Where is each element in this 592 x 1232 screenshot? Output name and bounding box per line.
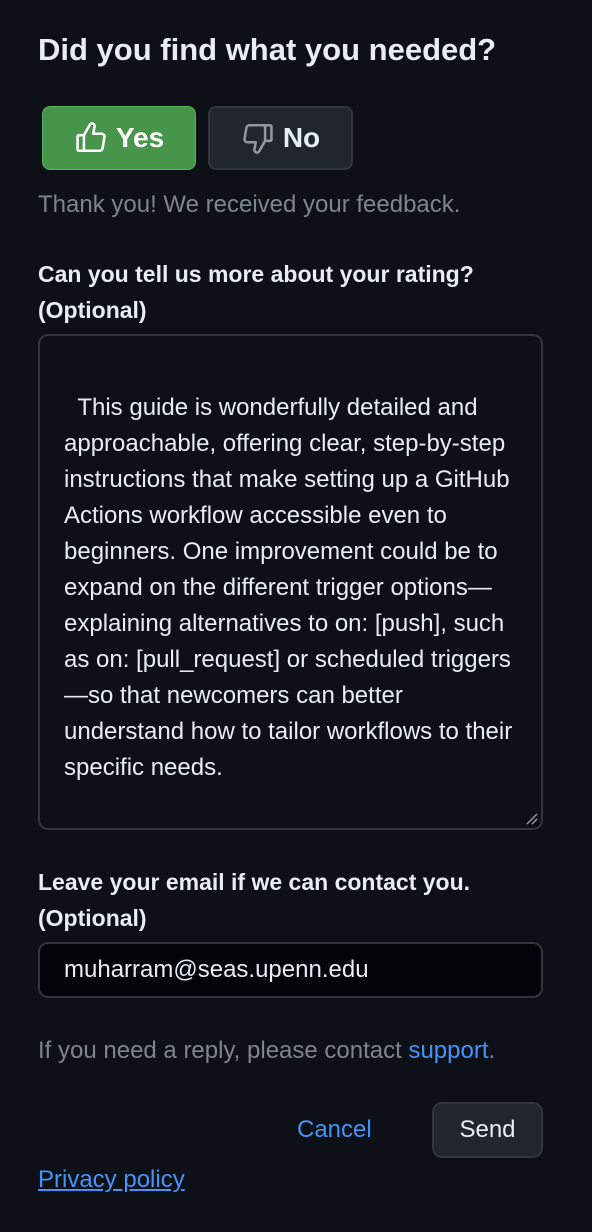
yes-button[interactable]: Yes: [42, 106, 196, 170]
email-label: Leave your email if we can contact you. …: [38, 864, 470, 936]
rating-label-line1: Can you tell us more about your rating?: [38, 261, 474, 287]
rating-textarea[interactable]: This guide is wonderfully detailed and a…: [38, 334, 543, 830]
reply-note: If you need a reply, please contact supp…: [38, 1036, 495, 1066]
cancel-button[interactable]: Cancel: [297, 1114, 372, 1146]
reply-note-text: If you need a reply, please contact: [38, 1037, 409, 1064]
rating-label-optional: (Optional): [38, 297, 147, 323]
confirmation-message: Thank you! We received your feedback.: [38, 191, 461, 218]
support-link[interactable]: support: [408, 1037, 488, 1064]
email-value: muharram@seas.upenn.edu: [64, 956, 369, 983]
yes-label: Yes: [115, 122, 165, 153]
rating-label: Can you tell us more about your rating? …: [38, 256, 474, 328]
email-label-optional: (Optional): [38, 905, 147, 931]
resize-handle-icon[interactable]: [524, 811, 538, 825]
feedback-heading: Did you find what you needed?: [38, 32, 497, 67]
send-button[interactable]: Send: [432, 1102, 543, 1158]
email-label-line1: Leave your email if we can contact you.: [38, 869, 471, 895]
privacy-policy-link[interactable]: Privacy policy: [38, 1164, 185, 1196]
reply-note-suffix: .: [488, 1037, 496, 1064]
vote-buttons: Yes No: [42, 106, 353, 170]
email-field[interactable]: muharram@seas.upenn.edu: [38, 942, 543, 998]
thumbs-down-icon: [241, 121, 275, 155]
no-label: No: [282, 122, 321, 153]
no-button[interactable]: No: [208, 106, 353, 170]
send-label: Send: [459, 1116, 516, 1143]
rating-text: This guide is wonderfully detailed and a…: [64, 394, 519, 781]
thumbs-up-icon: [74, 121, 108, 155]
